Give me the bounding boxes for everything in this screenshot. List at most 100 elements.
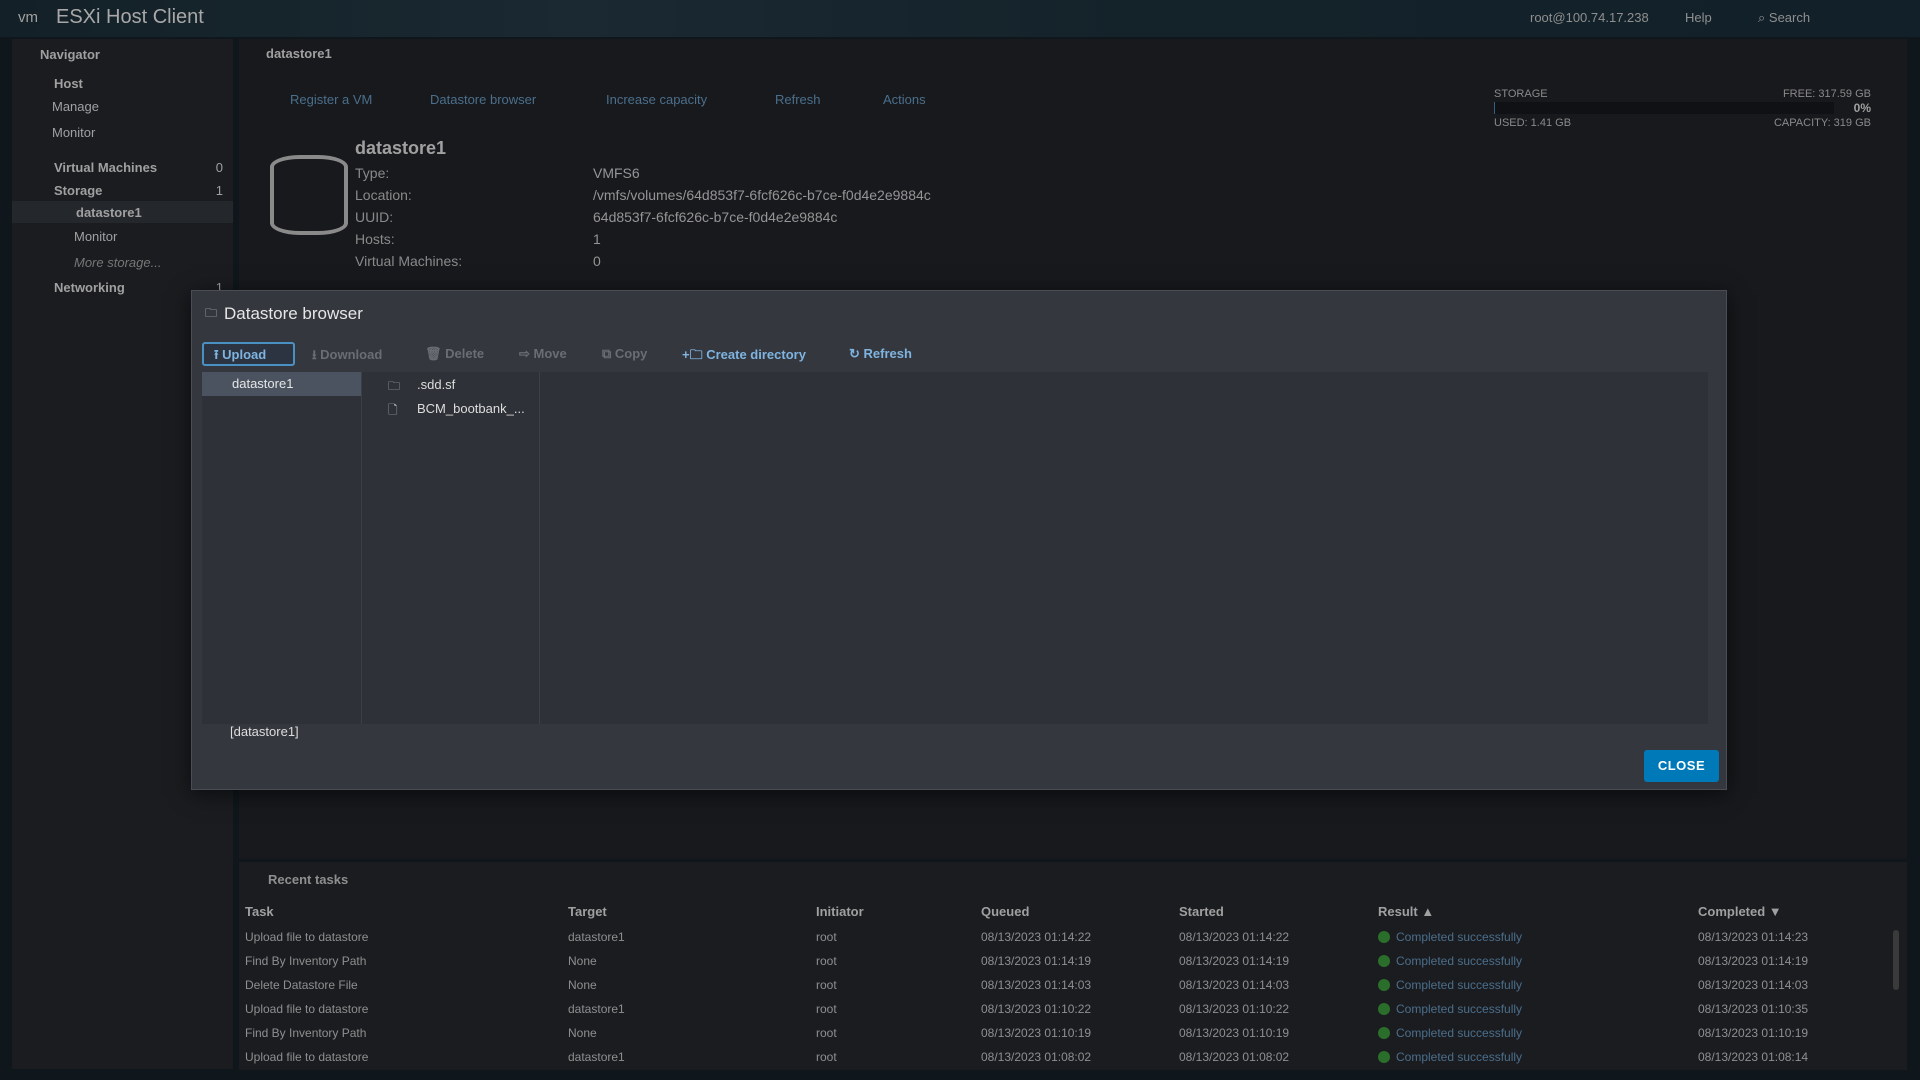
column-header[interactable]: Started	[1179, 904, 1224, 919]
type-value: VMFS6	[593, 165, 640, 181]
check-icon	[1378, 1027, 1390, 1039]
nav-networking[interactable]: Networking	[54, 280, 125, 295]
browser-panes: datastore1 🗀 .sdd.sf 🗋 BCM_bootbank_...	[202, 372, 1708, 724]
task-cell: 08/13/2023 01:10:19	[1698, 1026, 1809, 1040]
search-label: Search	[1768, 10, 1811, 25]
nav-host[interactable]: Host	[54, 76, 83, 91]
nav-datastore-monitor[interactable]: Monitor	[74, 229, 117, 244]
tree-item-label: datastore1	[232, 376, 294, 391]
task-cell: 08/13/2023 01:14:22	[981, 930, 1092, 944]
check-icon	[1378, 931, 1390, 943]
search-button[interactable]: ⌕ Search	[1758, 10, 1810, 26]
check-icon	[1378, 1051, 1390, 1063]
hosts-label: Hosts:	[355, 231, 395, 247]
storage-count: 1	[215, 183, 223, 198]
task-cell: Upload file to datastore	[245, 1050, 369, 1064]
nav-more-storage[interactable]: More storage...	[74, 255, 161, 270]
app-title: ESXi Host Client	[56, 6, 204, 28]
task-cell: 08/13/2023 01:14:19	[981, 954, 1092, 968]
vms-label: Virtual Machines:	[355, 253, 463, 269]
nav-host-monitor[interactable]: Monitor	[52, 125, 95, 140]
task-cell: None	[568, 978, 597, 992]
column-header[interactable]: Queued	[981, 904, 1029, 919]
task-cell: None	[568, 954, 597, 968]
column-header[interactable]: Result ▲	[1378, 904, 1434, 919]
task-cell: 08/13/2023 01:14:19	[1179, 954, 1290, 968]
tasks-scrollbar[interactable]	[1893, 930, 1899, 990]
vmware-logo: vm	[18, 9, 38, 26]
storage-percent: 0%	[1853, 101, 1871, 115]
nav-virtual-machines[interactable]: Virtual Machines	[54, 160, 157, 175]
task-cell: 08/13/2023 01:08:02	[981, 1050, 1092, 1064]
datastore-browser-dialog: 🗀 Datastore browser ⭱ Upload ⭳ Download …	[191, 290, 1727, 790]
top-bar: vm ESXi Host Client root@100.74.17.238 H…	[0, 0, 1920, 37]
task-cell: Find By Inventory Path	[245, 1026, 367, 1040]
nav-datastore1[interactable]: datastore1	[76, 205, 142, 220]
task-cell: root	[816, 1002, 837, 1016]
help-menu[interactable]: Help	[1685, 10, 1712, 25]
task-cell: Completed successfully	[1378, 1050, 1522, 1064]
task-cell: Completed successfully	[1378, 930, 1522, 944]
nav-storage[interactable]: Storage	[54, 183, 102, 198]
column-header[interactable]: Target	[568, 904, 607, 919]
task-cell: root	[816, 1026, 837, 1040]
type-label: Type:	[355, 165, 390, 181]
move-button[interactable]: ⇨ Move	[519, 346, 567, 362]
task-cell: 08/13/2023 01:10:22	[981, 1002, 1092, 1016]
storage-used: USED: 1.41 GB	[1494, 117, 1572, 129]
task-cell: datastore1	[568, 1050, 625, 1064]
task-cell: 08/13/2023 01:10:19	[981, 1026, 1092, 1040]
breadcrumb: datastore1	[266, 46, 332, 61]
vms-value: 0	[593, 253, 601, 269]
file-pane: 🗀 .sdd.sf 🗋 BCM_bootbank_...	[374, 372, 540, 724]
copy-button[interactable]: ⧉ Copy	[602, 346, 647, 362]
user-menu[interactable]: root@100.74.17.238	[1530, 10, 1649, 25]
download-button[interactable]: ⭳ Download	[312, 346, 382, 368]
close-button[interactable]: CLOSE	[1644, 750, 1719, 782]
task-cell: root	[816, 954, 837, 968]
task-cell: Upload file to datastore	[245, 930, 369, 944]
location-label: Location:	[355, 187, 412, 203]
hosts-value: 1	[593, 231, 601, 247]
task-cell: 08/13/2023 01:08:14	[1698, 1050, 1809, 1064]
task-cell: root	[816, 978, 837, 992]
increase-capacity-button[interactable]: Increase capacity	[606, 92, 707, 107]
task-cell: None	[568, 1026, 597, 1040]
task-cell: 08/13/2023 01:14:22	[1179, 930, 1290, 944]
nav-host-manage[interactable]: Manage	[52, 99, 99, 114]
search-icon: ⌕	[1758, 10, 1769, 25]
tree-item-datastore1[interactable]: datastore1	[202, 372, 361, 396]
register-vm-button[interactable]: Register a VM	[290, 92, 372, 107]
column-header[interactable]: Task	[245, 904, 274, 919]
delete-button[interactable]: 🗑 Delete	[425, 346, 484, 362]
task-cell: Completed successfully	[1378, 978, 1522, 992]
tree-pane: datastore1	[202, 372, 362, 724]
file-item[interactable]: BCM_bootbank_...	[417, 401, 525, 416]
task-cell: 08/13/2023 01:14:03	[1179, 978, 1290, 992]
storage-capacity: CAPACITY: 319 GB	[1773, 117, 1871, 129]
result-text: Completed successfully	[1396, 954, 1523, 968]
task-cell: 08/13/2023 01:14:19	[1698, 954, 1809, 968]
refresh-button[interactable]: Refresh	[775, 92, 821, 107]
column-header[interactable]: Completed ▼	[1698, 904, 1782, 919]
refresh-dialog-button[interactable]: ↻ Refresh	[849, 346, 912, 362]
task-cell: 08/13/2023 01:14:03	[981, 978, 1092, 992]
result-text: Completed successfully	[1396, 1050, 1523, 1064]
location-value: /vmfs/volumes/64d853f7-6fcf626c-b7ce-f0d…	[593, 187, 931, 203]
column-header[interactable]: Initiator	[816, 904, 864, 919]
uuid-label: UUID:	[355, 209, 394, 225]
task-cell: root	[816, 930, 837, 944]
check-icon	[1378, 1003, 1390, 1015]
result-text: Completed successfully	[1396, 930, 1523, 944]
file-item[interactable]: .sdd.sf	[417, 377, 455, 392]
task-cell: Delete Datastore File	[245, 978, 358, 992]
actions-menu[interactable]: Actions	[883, 92, 926, 107]
storage-label: STORAGE	[1494, 88, 1548, 100]
datastore-browser-button[interactable]: Datastore browser	[430, 92, 536, 107]
create-directory-button[interactable]: +🗀 Create directory	[682, 346, 806, 368]
task-cell: Upload file to datastore	[245, 1002, 369, 1016]
folder-icon: 🗀	[388, 379, 401, 393]
task-cell: datastore1	[568, 1002, 625, 1016]
task-cell: Find By Inventory Path	[245, 954, 367, 968]
storage-bar-fill	[1494, 102, 1496, 114]
